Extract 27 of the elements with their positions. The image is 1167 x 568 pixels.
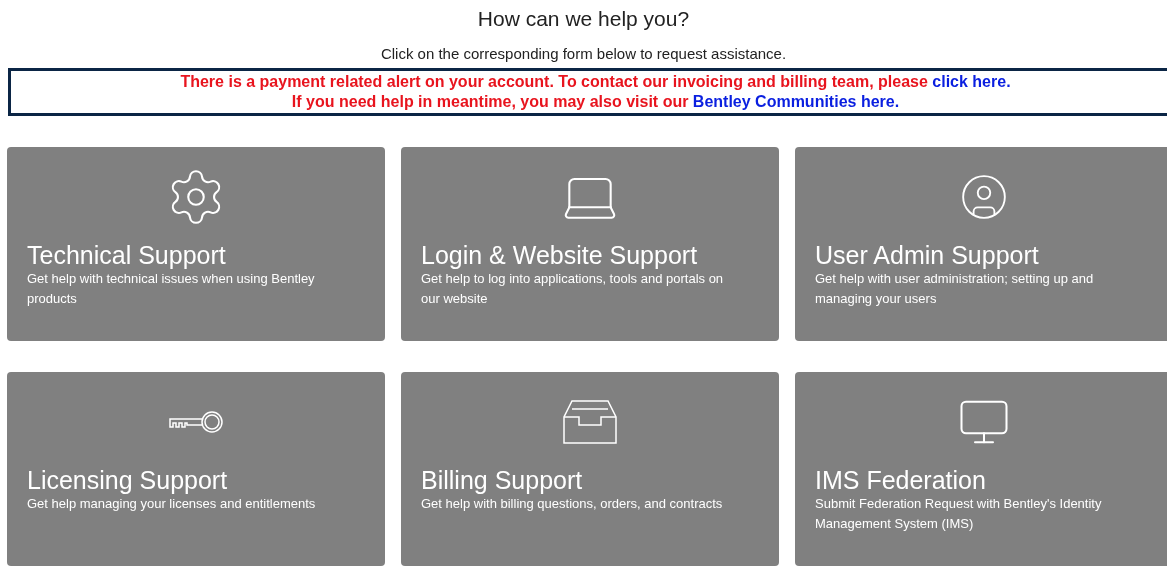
page-heading: How can we help you? [477,6,690,32]
page-subheading: Click on the corresponding form below to request assistance. [380,45,787,63]
support-card[interactable]: User Admin Support Get help with user administration; setting up and managing your users [795,147,1167,341]
alert-link[interactable]: click here. [932,73,1011,90]
card-title: Login & Website Support [421,241,699,269]
user-icon [959,172,1009,222]
card-description: Submit Federation Request with Bentley's Identity Management System (IMS) [815,495,1103,533]
tray-icon [562,399,618,445]
support-card[interactable]: Licensing Support Get help managing your licenses and entitlements [7,372,385,566]
card-description: Get help with technical issues when using Bentley products [27,270,316,308]
support-card[interactable]: Technical Support Get help with technical issues when using Bentley products [7,147,385,341]
support-card[interactable]: IMS Federation Submit Federation Request with Bentley's Identity Management System (IMS) [795,372,1167,566]
support-card[interactable]: Billing Support Get help with billing questions, orders, and contracts [401,372,779,566]
card-description: Get help managing your licenses and entitlements [27,495,317,513]
card-title: IMS Federation [815,466,987,494]
card-description: Get help to log into applications, tools and portals on our website [421,270,725,308]
card-description: Get help with user administration; setting up and managing your users [815,270,1095,308]
alert-link[interactable]: Bentley Communities here. [692,93,900,110]
card-title: Billing Support [421,466,584,494]
card-description: Get help with billing questions, orders, and contracts [421,495,724,513]
alert-message: If you need help in meantime, you may also visit our Bentley Communities here. [291,92,900,112]
card-title: Licensing Support [27,466,229,494]
support-card[interactable]: Login & Website Support Get help to log into applications, tools and portals on our website [401,147,779,341]
key-icon [167,409,225,435]
alert-message: There is a payment related alert on your account. To contact our invoicing and billing team, please click here. [180,72,1011,92]
card-title: User Admin Support [815,241,1040,269]
card-title: Technical Support [27,241,227,269]
